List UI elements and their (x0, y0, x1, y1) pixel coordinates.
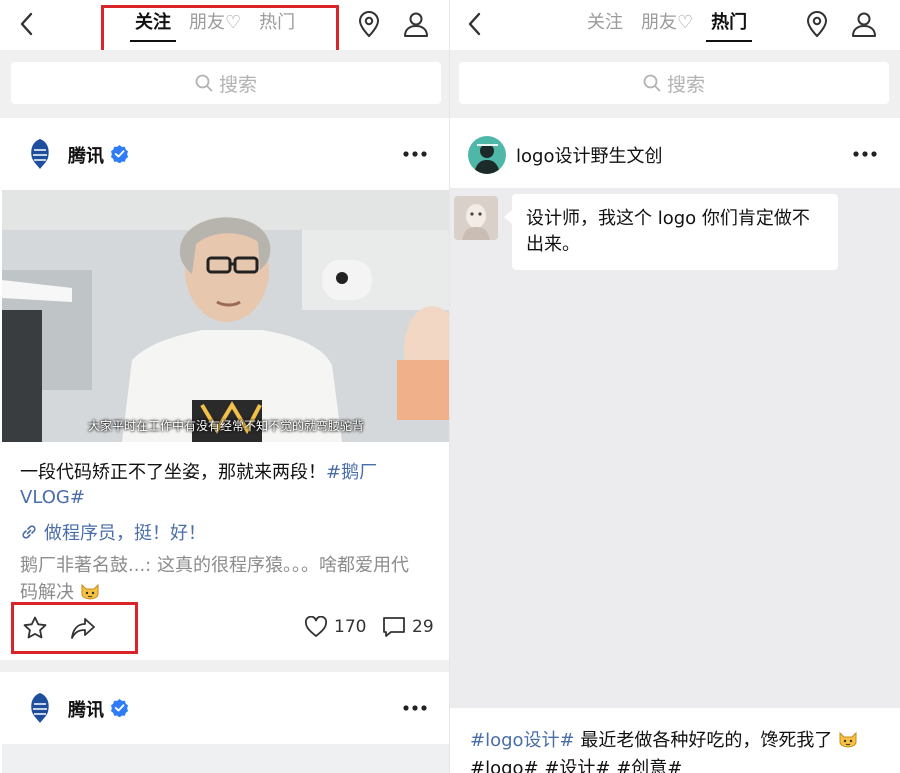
top-comment-cont: 码解决 (20, 578, 100, 604)
search-bar-area: 搜索 (450, 50, 900, 116)
back-arrow-icon[interactable] (462, 10, 490, 38)
top-bar: 关注 朋友♡ 热门 (450, 0, 900, 50)
author-name[interactable]: logo设计野生文创 (516, 142, 662, 168)
author-name[interactable]: 腾讯 (68, 696, 104, 722)
link-icon (22, 525, 36, 539)
tab-following[interactable]: 关注 (578, 0, 632, 44)
author-name[interactable]: 腾讯 (68, 142, 104, 168)
video-frame (2, 190, 450, 442)
author-avatar[interactable] (22, 690, 58, 726)
feed-tabs: 关注 朋友♡ 热门 (578, 0, 756, 50)
more-options-icon[interactable] (852, 150, 878, 158)
tab-hot[interactable]: 热门 (250, 0, 304, 44)
video-subtitle: 大家平时在工作中有没有经常不知不觉的就弯腰驼背 (87, 419, 364, 433)
comment-count: 29 (412, 617, 434, 637)
comment-icon (383, 617, 405, 637)
tab-hot[interactable]: 热门 (702, 0, 756, 44)
video-preview[interactable] (2, 744, 450, 773)
post-card: logo设计野生文创 设计师，我这个 logo 你们肯定做不出来。 #logo设… (450, 118, 900, 773)
favorite-star-icon[interactable] (22, 615, 48, 641)
tab-friends[interactable]: 朋友♡ (180, 0, 250, 44)
right-screen: 关注 朋友♡ 热门 搜索 logo设计野生文创 设计师，我这个 logo 你们肯… (450, 0, 900, 773)
post-card-next: 腾讯 (0, 672, 450, 773)
post-card: 腾讯 大家平时在工作中有没有经常不知不觉的就弯腰驼背 一段代码矫正不了坐姿，那就… (0, 118, 450, 660)
back-arrow-icon[interactable] (14, 10, 42, 38)
post-header: 腾讯 (0, 672, 450, 744)
post-link[interactable]: 做程序员，挺！好！ (20, 519, 206, 545)
heart-icon (304, 616, 328, 637)
top-comment-text: 码解决 (20, 582, 74, 603)
verified-badge-icon (110, 698, 129, 717)
caption-text: 一段代码矫正不了坐姿，那就来两段！ (20, 462, 326, 483)
hashtag-link-cont[interactable]: VLOG# (20, 487, 85, 508)
share-icon[interactable] (70, 615, 96, 641)
like-button[interactable]: 170 (304, 616, 366, 638)
top-comment[interactable]: 鹅厂非著名鼓...: 这真的很程序猿。。。啥都爱用代 (20, 551, 409, 577)
like-count: 170 (334, 617, 367, 637)
profile-icon[interactable] (850, 10, 878, 38)
chat-avatar (454, 196, 498, 240)
search-icon (195, 74, 213, 92)
search-bar-area: 搜索 (0, 50, 450, 116)
tab-friends[interactable]: 朋友♡ (632, 0, 702, 44)
hashtag-link[interactable]: #鹅厂 (326, 462, 377, 483)
more-options-icon[interactable] (402, 150, 428, 158)
comment-button[interactable]: 29 (382, 616, 434, 638)
profile-icon[interactable] (402, 10, 430, 38)
more-options-icon[interactable] (402, 704, 428, 712)
author-avatar[interactable] (468, 136, 506, 174)
search-icon (643, 74, 661, 92)
chat-image[interactable]: 设计师，我这个 logo 你们肯定做不出来。 (450, 188, 900, 708)
search-input[interactable]: 搜索 (459, 62, 889, 104)
video-player[interactable]: 大家平时在工作中有没有经常不知不觉的就弯腰驼背 (2, 190, 450, 442)
post-caption: #logo设计# 最近老做各种好吃的，馋死我了 (470, 726, 858, 752)
cat-emoji-icon (839, 731, 857, 748)
left-screen: 关注 朋友♡ 热门 搜索 腾讯 大家平时在工作中有没有经常不知不觉的就弯腰驼背 … (0, 0, 450, 773)
author-avatar[interactable] (22, 136, 58, 172)
location-pin-icon[interactable] (356, 10, 382, 38)
post-caption: 一段代码矫正不了坐姿，那就来两段！#鹅厂 (20, 458, 377, 484)
hashtag-links[interactable]: #logo# #设计# #创意# (470, 754, 682, 773)
top-bar: 关注 朋友♡ 热门 (0, 0, 450, 56)
verified-badge-icon (110, 144, 129, 163)
caption-text: 最近老做各种好吃的，馋死我了 (574, 730, 833, 751)
link-text: 做程序员，挺！好！ (44, 523, 206, 544)
hashtag-link[interactable]: #logo设计# (470, 730, 575, 751)
post-header: logo设计野生文创 (450, 118, 900, 188)
cat-emoji-icon (81, 583, 99, 600)
post-header: 腾讯 (0, 118, 450, 190)
search-placeholder: 搜索 (666, 73, 705, 96)
search-input[interactable]: 搜索 (11, 62, 441, 104)
location-pin-icon[interactable] (804, 10, 830, 38)
chat-bubble: 设计师，我这个 logo 你们肯定做不出来。 (504, 194, 838, 270)
tab-following[interactable]: 关注 (126, 0, 180, 44)
feed-tabs: 关注 朋友♡ 热门 (126, 0, 304, 50)
search-placeholder: 搜索 (218, 73, 257, 96)
